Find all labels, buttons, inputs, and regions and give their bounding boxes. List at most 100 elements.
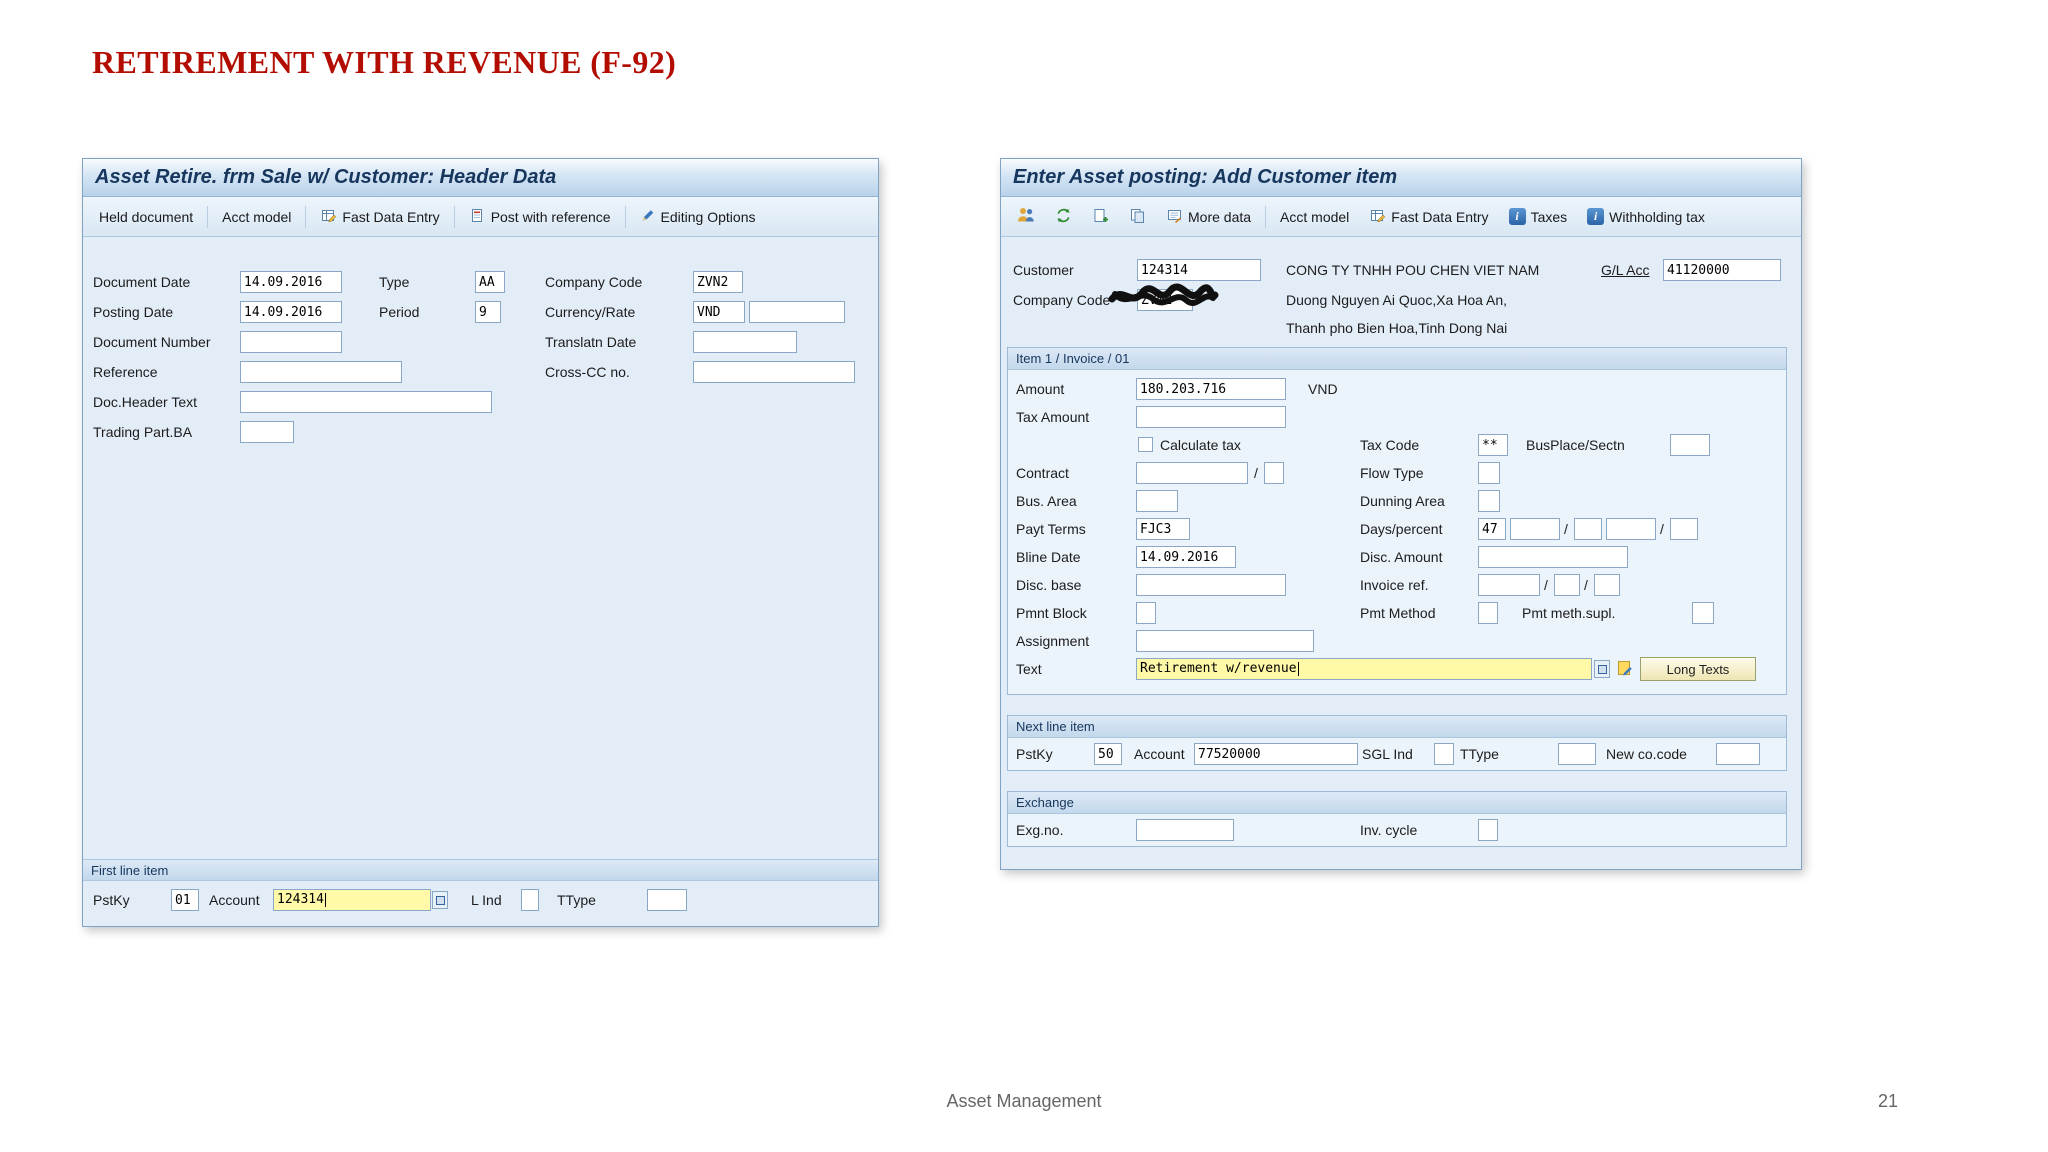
more-data-label: More data [1188,208,1252,225]
ttype-input[interactable] [647,889,687,911]
percent1-input[interactable] [1510,518,1560,540]
l-ind-input[interactable] [521,889,539,911]
acct-model-button[interactable]: Acct model [216,206,297,228]
tax-amount-input[interactable] [1136,406,1286,428]
contract-input[interactable] [1136,462,1248,484]
taxes-label: Taxes [1530,208,1568,225]
first-line-item-title: First line item [91,862,169,878]
tax-code-input[interactable] [1478,434,1508,456]
company-code-input[interactable] [1137,289,1193,311]
days3-input[interactable] [1670,518,1698,540]
type-input[interactable] [475,271,505,293]
flow-type-input[interactable] [1478,462,1500,484]
doc-header-text-input[interactable] [240,391,492,413]
pstky-input[interactable] [171,889,199,911]
bline-date-input[interactable] [1136,546,1236,568]
new-co-code-label: New co.code [1606,746,1687,762]
payt-terms-input[interactable] [1136,518,1190,540]
account-input[interactable] [1194,743,1358,765]
ttype-input[interactable] [1558,743,1596,765]
trading-part-ba-input[interactable] [240,421,294,443]
sgl-ind-label: SGL Ind [1362,746,1413,762]
period-input[interactable] [475,301,501,323]
invoice-ref-item-input[interactable] [1594,574,1620,596]
invoice-ref-input[interactable] [1478,574,1540,596]
exchange-title: Exchange [1016,795,1074,810]
text-caret [1297,662,1299,676]
enter-asset-posting-window: Enter Asset posting: Add Customer item M… [1000,158,1802,870]
translatn-date-input[interactable] [693,331,797,353]
text-input[interactable]: Retirement w/revenue [1136,658,1592,680]
exg-no-input[interactable] [1136,819,1234,841]
post-with-reference-button[interactable]: Post with reference [463,204,617,230]
account-value: 124314 [277,892,324,907]
days1-input[interactable] [1478,518,1506,540]
text-matchcode-icon[interactable] [1594,660,1610,678]
pstky-input[interactable] [1094,743,1122,765]
exchange-section: Exchange Exg.no. Inv. cycle [1007,791,1787,847]
account-input[interactable]: 124314 [273,889,431,911]
copy-item-button[interactable] [1123,204,1152,230]
create-item-button[interactable] [1086,204,1115,230]
dunning-area-input[interactable] [1478,490,1500,512]
pmnt-block-label: Pmnt Block [1016,605,1087,621]
l-ind-label: L Ind [471,892,502,908]
rate-input[interactable] [749,301,845,323]
page-number: 21 [1877,1091,1898,1111]
pstky-label: PstKy [1016,746,1053,762]
pmt-method-input[interactable] [1478,602,1498,624]
reference-label: Reference [93,364,158,380]
next-line-item-header: Next line item [1008,716,1786,738]
amount-input[interactable] [1136,378,1286,400]
new-co-code-input[interactable] [1716,743,1760,765]
document-number-input[interactable] [240,331,342,353]
assignment-input[interactable] [1136,630,1314,652]
account-matchcode-icon[interactable] [432,891,448,909]
left-window-title: Asset Retire. frm Sale w/ Customer: Head… [95,166,557,188]
bus-area-input[interactable] [1136,490,1178,512]
reset-button[interactable] [1049,204,1078,230]
more-data-button[interactable]: More data [1160,204,1257,230]
cross-cc-no-input[interactable] [693,361,855,383]
item-section-header: Item 1 / Invoice / 01 [1008,348,1786,370]
long-texts-button[interactable]: Long Texts [1640,657,1756,681]
currency-input[interactable] [693,301,745,323]
document-date-input[interactable] [240,271,342,293]
fast-data-entry-button[interactable]: Fast Data Entry [314,204,445,230]
gl-acc-input[interactable] [1663,259,1781,281]
invoice-ref-year-input[interactable] [1554,574,1580,596]
disc-base-label: Disc. base [1016,577,1082,593]
contract-type-input[interactable] [1264,462,1284,484]
long-text-icon [1616,659,1634,682]
pmnt-block-input[interactable] [1136,602,1156,624]
days2-input[interactable] [1574,518,1602,540]
posting-date-label: Posting Date [93,304,174,320]
company-code-label: Company Code [1013,292,1111,308]
days-percent-label: Days/percent [1360,521,1443,537]
fast-data-entry-button[interactable]: Fast Data Entry [1363,204,1494,230]
sgl-ind-input[interactable] [1434,743,1454,765]
calculate-tax-checkbox[interactable] [1138,437,1153,452]
disc-amount-input[interactable] [1478,546,1628,568]
percent2-input[interactable] [1606,518,1656,540]
partners-button[interactable] [1011,203,1041,230]
pmt-meth-supl-input[interactable] [1692,602,1714,624]
slash-text: / [1544,577,1548,593]
reference-input[interactable] [240,361,402,383]
pmt-meth-supl-label: Pmt meth.supl. [1522,605,1616,621]
company-code-input[interactable] [693,271,743,293]
currency-rate-label: Currency/Rate [545,304,636,320]
acct-model-button[interactable]: Acct model [1274,206,1355,228]
held-document-button[interactable]: Held document [93,206,199,228]
toolbar-separator [453,205,455,228]
editing-options-button[interactable]: Editing Options [634,204,762,229]
inv-cycle-input[interactable] [1478,819,1498,841]
customer-input[interactable] [1137,259,1261,281]
ttype-label: TType [557,892,596,908]
busplace-sectn-input[interactable] [1670,434,1710,456]
taxes-button[interactable]: i Taxes [1503,205,1574,228]
posting-date-input[interactable] [240,301,342,323]
withholding-tax-button[interactable]: i Withholding tax [1581,205,1711,228]
text-label: Text [1016,661,1042,677]
disc-base-input[interactable] [1136,574,1286,596]
